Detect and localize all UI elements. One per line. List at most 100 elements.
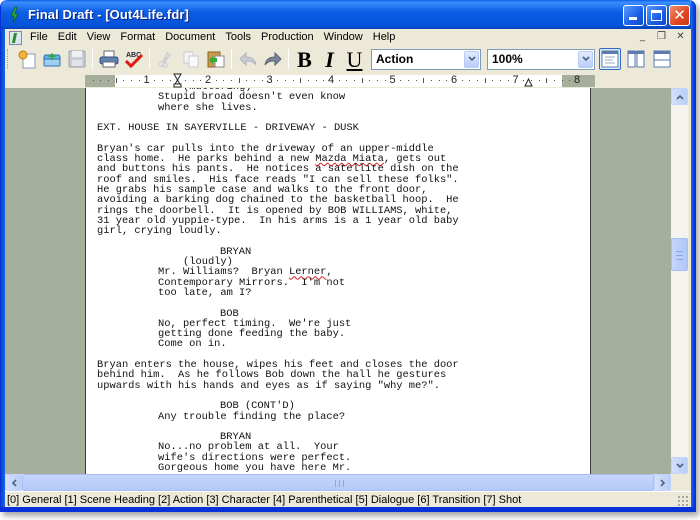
ruler-eighth-dot: [154, 80, 156, 81]
copy-button[interactable]: [179, 48, 202, 71]
blank-line[interactable]: [97, 298, 517, 308]
ruler-eighth-dot: [100, 80, 102, 81]
menu-window[interactable]: Window: [319, 29, 368, 46]
document-restore-button[interactable]: ❐: [655, 30, 668, 44]
app-window: Final Draft - [Out4Life.fdr] ✕ File Edit…: [0, 0, 696, 512]
menu-production[interactable]: Production: [256, 29, 319, 46]
document-minimize-button[interactable]: _: [636, 30, 649, 44]
ruler-eighth-dot: [553, 80, 555, 81]
menu-format[interactable]: Format: [115, 29, 160, 46]
ruler-number: 2: [204, 74, 212, 86]
vertical-scroll-thumb[interactable]: [671, 238, 688, 271]
ruler-number: 4: [327, 74, 335, 86]
new-document-button[interactable]: [15, 48, 38, 71]
element-type-select[interactable]: Action: [371, 48, 481, 70]
paste-button[interactable]: [204, 48, 227, 71]
vertical-scrollbar[interactable]: [671, 88, 688, 474]
dialogue-line[interactable]: where she lives.: [97, 102, 517, 113]
minimize-button[interactable]: [623, 5, 644, 26]
horizontal-scrollbar[interactable]: [5, 474, 671, 491]
left-indent-marker[interactable]: [173, 73, 182, 88]
right-indent-marker[interactable]: [524, 78, 533, 87]
ruler-number: 6: [450, 74, 458, 86]
ruler-number: 5: [389, 74, 396, 86]
ruler[interactable]: 1 2 3 4 5 6 7 8: [5, 73, 691, 88]
menu-document[interactable]: Document: [160, 29, 220, 46]
action-line[interactable]: upwards with his hands and eyes as if sa…: [97, 380, 517, 391]
menu-file[interactable]: File: [25, 29, 53, 46]
ruler-eighth-dot: [354, 80, 356, 81]
toolbar-grip[interactable]: [7, 49, 10, 69]
menu-view[interactable]: View: [82, 29, 116, 46]
close-button[interactable]: ✕: [669, 5, 690, 26]
undo-button[interactable]: [236, 48, 259, 71]
document-close-button[interactable]: ✕: [674, 30, 687, 44]
redo-button[interactable]: [261, 48, 284, 71]
toolbar-separator: [149, 49, 150, 69]
italic-button[interactable]: I: [318, 48, 341, 71]
blank-line[interactable]: [97, 391, 517, 401]
speed-view-button[interactable]: [651, 48, 673, 70]
zoom-select[interactable]: 100%: [487, 48, 595, 70]
action-line[interactable]: girl, crying loudly.: [97, 226, 517, 236]
open-button[interactable]: [40, 48, 63, 71]
character-name[interactable]: BRYAN: [97, 247, 517, 257]
redo-arrow-icon: [264, 51, 282, 67]
document-system-menu-icon[interactable]: [9, 30, 22, 45]
document-area[interactable]: (muttering)Stupid broad doesn't even kno…: [5, 88, 671, 474]
zoom-dropdown-button[interactable]: [578, 50, 593, 68]
minimize-icon: [629, 17, 637, 20]
ruler-eighth-dot: [284, 80, 286, 81]
blank-line[interactable]: [97, 236, 517, 246]
ruler-eighth-dot: [538, 80, 540, 81]
dialogue-line[interactable]: Gorgeous home you have here Mr.: [97, 463, 517, 473]
dialogue-line[interactable]: Come on in.: [97, 339, 517, 349]
speed-view-icon: [653, 50, 671, 68]
ruler-eighth-dot: [184, 80, 186, 81]
toolbar-separator: [288, 49, 289, 69]
ruler-number: 8: [573, 74, 581, 86]
bold-button[interactable]: B: [293, 48, 316, 71]
ruler-eighth-dot: [161, 80, 163, 81]
title-bar[interactable]: Final Draft - [Out4Life.fdr] ✕: [1, 0, 695, 29]
scroll-left-button[interactable]: [5, 474, 22, 491]
ruler-eighth-dot: [307, 80, 309, 81]
normal-view-button[interactable]: [599, 48, 621, 70]
close-icon: ✕: [673, 6, 686, 24]
scroll-up-button[interactable]: [671, 88, 688, 105]
ruler-eighth-dot: [477, 80, 479, 81]
element-type-value: Action: [376, 52, 414, 66]
save-button[interactable]: [65, 48, 88, 71]
menu-edit[interactable]: Edit: [53, 29, 82, 46]
ruler-eighth-dot: [223, 80, 225, 81]
ruler-eighth-dot: [469, 80, 471, 81]
element-type-dropdown-button[interactable]: [464, 50, 479, 68]
scissors-icon: [158, 51, 171, 68]
menu-tools[interactable]: Tools: [220, 29, 256, 46]
ruler-eighth-dot: [123, 80, 125, 81]
print-button[interactable]: [97, 48, 120, 71]
dialogue-line[interactable]: too late, am I?: [97, 288, 517, 298]
menu-help[interactable]: Help: [368, 29, 401, 46]
ruler-eighth-dot: [108, 80, 110, 81]
cut-button[interactable]: [154, 48, 177, 71]
resize-grip-icon[interactable]: [677, 495, 689, 507]
scroll-right-button[interactable]: [654, 474, 671, 491]
toolbar-separator: [231, 49, 232, 69]
ruler-number: 1: [143, 74, 150, 86]
underline-button[interactable]: U: [343, 48, 366, 71]
horizontal-scroll-thumb[interactable]: [22, 474, 654, 491]
scene-heading[interactable]: EXT. HOUSE IN SAYERVILLE - DRIVEWAY - DU…: [97, 123, 517, 133]
spelling-button[interactable]: ABC: [122, 48, 145, 71]
new-document-icon: [18, 50, 35, 69]
ruler-eighth-dot: [561, 80, 563, 81]
ruler-left-margin: [85, 75, 115, 87]
abc-spellcheck-icon: ABC: [124, 52, 143, 69]
scroll-down-button[interactable]: [671, 457, 688, 474]
maximize-button[interactable]: [646, 5, 667, 26]
blank-line[interactable]: [97, 422, 517, 432]
ruler-eighth-dot: [369, 80, 371, 81]
dialogue-line[interactable]: Any trouble finding the place?: [97, 411, 517, 422]
script-text[interactable]: (muttering)Stupid broad doesn't even kno…: [97, 88, 517, 473]
page-view-button[interactable]: [625, 48, 647, 70]
